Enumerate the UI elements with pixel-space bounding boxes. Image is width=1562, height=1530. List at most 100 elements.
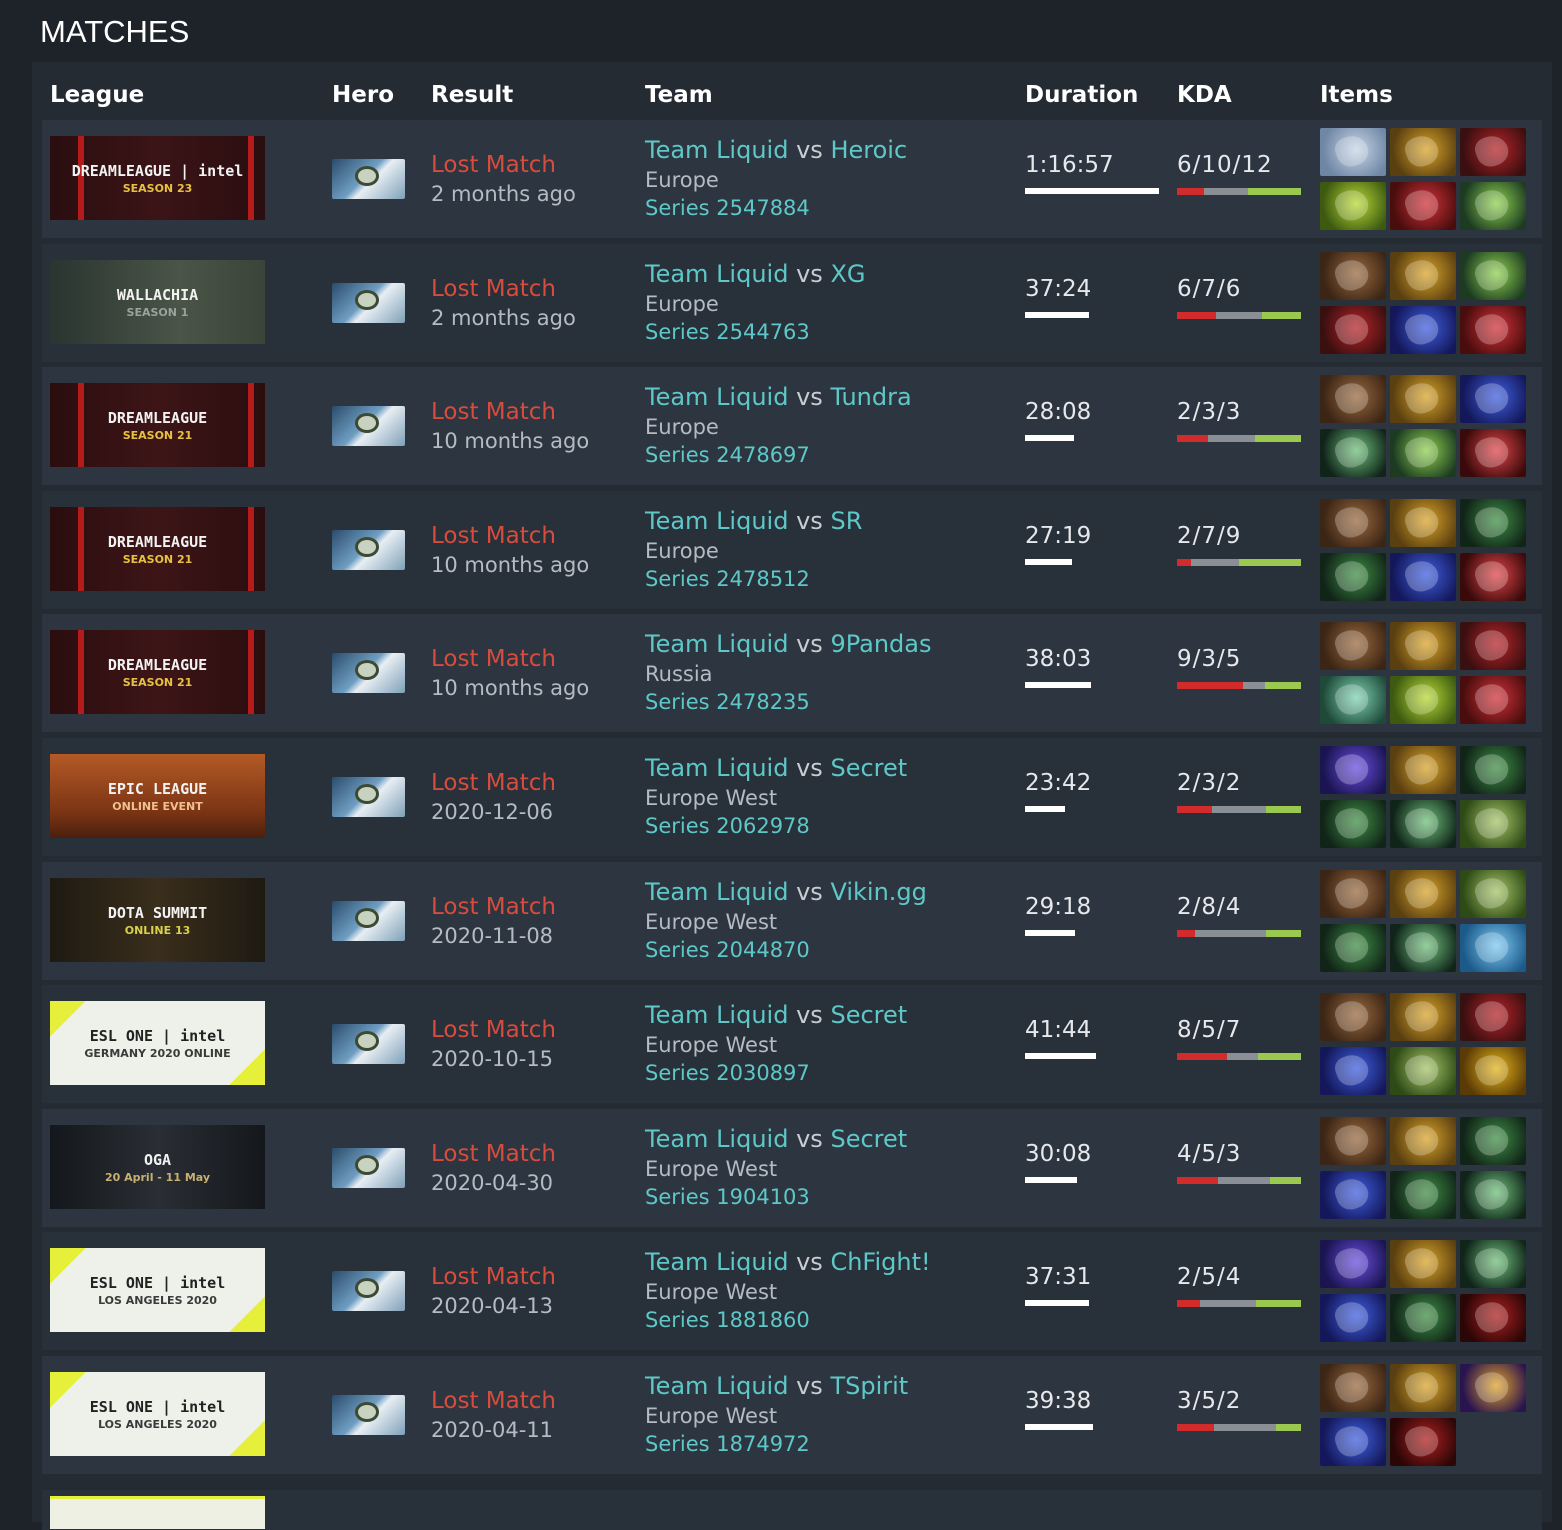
column-header-items[interactable]: Items	[1320, 82, 1393, 108]
league-banner[interactable]: OGA 20 April - 11 May	[50, 1125, 265, 1209]
column-header-duration[interactable]: Duration	[1025, 82, 1138, 108]
helm-item-icon[interactable]	[1390, 499, 1456, 547]
league-banner[interactable]: ESL ONE | intel GERMANY 2020 ONLINE	[50, 1001, 265, 1085]
hero-portrait-icon[interactable]	[332, 1395, 405, 1435]
helm-item-icon[interactable]	[1390, 252, 1456, 300]
staff-item-icon[interactable]	[1460, 1047, 1526, 1095]
table-row[interactable]: DREAMLEAGUE | intel SEASON 23 Lost Match 2 …	[42, 120, 1542, 238]
helm-item-icon[interactable]	[1390, 993, 1456, 1041]
cloak-item-icon[interactable]	[1320, 1240, 1386, 1288]
team-link[interactable]: Team Liquid	[645, 1001, 788, 1029]
mjollnir-item-icon[interactable]	[1320, 128, 1386, 176]
team-link[interactable]: Team Liquid	[645, 136, 788, 164]
helm-item-icon[interactable]	[1390, 375, 1456, 423]
league-banner[interactable]: ESL ONE | intel LOS ANGELES 2020	[50, 1372, 265, 1456]
league-banner[interactable]: WALLACHIA SEASON 1	[50, 260, 265, 344]
blood-item-icon[interactable]	[1460, 1294, 1526, 1342]
wand-item-icon[interactable]	[1320, 429, 1386, 477]
team-link[interactable]: Team Liquid	[645, 1125, 788, 1153]
column-header-hero[interactable]: Hero	[332, 82, 394, 108]
boots-item-icon[interactable]	[1320, 1117, 1386, 1165]
helm-item-icon[interactable]	[1390, 870, 1456, 918]
blade-item-icon[interactable]	[1390, 676, 1456, 724]
scepter-item-icon[interactable]	[1460, 375, 1526, 423]
league-banner[interactable]: DREAMLEAGUE SEASON 21	[50, 507, 265, 591]
team-link[interactable]: Team Liquid	[645, 754, 788, 782]
series-link[interactable]: Series 1874972	[645, 1432, 810, 1456]
opponent-link[interactable]: Heroic	[830, 136, 907, 164]
hero-portrait-icon[interactable]	[332, 1024, 405, 1064]
series-link[interactable]: Series 2030897	[645, 1061, 810, 1085]
scepter-item-icon[interactable]	[1390, 553, 1456, 601]
gourd-item-icon[interactable]	[1460, 1364, 1526, 1412]
hero-portrait-icon[interactable]	[332, 777, 405, 817]
hero-portrait-icon[interactable]	[332, 1148, 405, 1188]
vanguard-item-icon[interactable]	[1320, 924, 1386, 972]
lotus-item-icon[interactable]	[1460, 870, 1526, 918]
opponent-link[interactable]: Tundra	[830, 383, 911, 411]
hero-portrait-icon[interactable]	[332, 283, 405, 323]
match-result-link[interactable]: Lost Match	[431, 1141, 556, 1167]
table-row[interactable]: DREAMLEAGUE SEASON 21 Lost Match 10 months …	[42, 367, 1542, 485]
column-header-league[interactable]: League	[50, 82, 144, 108]
opponent-link[interactable]: XG	[830, 260, 865, 288]
team-link[interactable]: Team Liquid	[645, 260, 788, 288]
boots-item-icon[interactable]	[1320, 993, 1386, 1041]
hero-portrait-icon[interactable]	[332, 901, 405, 941]
table-row[interactable]: OGA 20 April - 11 May Lost Match 2020-04-30…	[42, 1109, 1542, 1227]
opponent-link[interactable]: Secret	[830, 1001, 907, 1029]
battle-fury-item-icon[interactable]	[1320, 306, 1386, 354]
team-link[interactable]: Team Liquid	[645, 1372, 788, 1400]
column-header-result[interactable]: Result	[431, 82, 513, 108]
helm-item-icon[interactable]	[1390, 128, 1456, 176]
battle-fury-item-icon[interactable]	[1460, 128, 1526, 176]
scepter-item-icon[interactable]	[1320, 1047, 1386, 1095]
team-link[interactable]: Team Liquid	[645, 507, 788, 535]
battle-fury-item-icon[interactable]	[1460, 622, 1526, 670]
scepter-item-icon[interactable]	[1320, 1418, 1386, 1466]
match-result-link[interactable]: Lost Match	[431, 770, 556, 796]
league-banner[interactable]: EPIC LEAGUE ONLINE EVENT	[50, 754, 265, 838]
vanguard-item-icon[interactable]	[1390, 1171, 1456, 1219]
match-result-link[interactable]: Lost Match	[431, 1017, 556, 1043]
armor-item-icon[interactable]	[1320, 676, 1386, 724]
match-result-link[interactable]: Lost Match	[431, 152, 556, 178]
vanguard-item-icon[interactable]	[1320, 800, 1386, 848]
sword-item-icon[interactable]	[1460, 252, 1526, 300]
sword-item-icon[interactable]	[1460, 182, 1526, 230]
table-row[interactable]: DREAMLEAGUE SEASON 21 Lost Match 10 months …	[42, 491, 1542, 609]
table-row[interactable]: ESL ONE | intel LOS ANGELES 2020 Lost Matc…	[42, 1232, 1542, 1350]
hero-portrait-icon[interactable]	[332, 159, 405, 199]
series-link[interactable]: Series 1881860	[645, 1308, 810, 1332]
series-link[interactable]: Series 2062978	[645, 814, 810, 838]
table-row[interactable]: DOTA SUMMIT ONLINE 13 Lost Match 2020-11-08…	[42, 862, 1542, 980]
wand-item-icon[interactable]	[1390, 924, 1456, 972]
match-result-link[interactable]: Lost Match	[431, 646, 556, 672]
cloak-item-icon[interactable]	[1320, 746, 1386, 794]
vanguard-item-icon[interactable]	[1460, 1117, 1526, 1165]
hero-portrait-icon[interactable]	[332, 1271, 405, 1311]
opponent-link[interactable]: SR	[830, 507, 862, 535]
match-result-link[interactable]: Lost Match	[431, 276, 556, 302]
lotus-item-icon[interactable]	[1460, 800, 1526, 848]
series-link[interactable]: Series 2044870	[645, 938, 810, 962]
table-row[interactable]: EPIC LEAGUE ONLINE EVENT Lost Match 2020-12…	[42, 738, 1542, 856]
table-row[interactable]: DREAMLEAGUE SEASON 21 Lost Match 10 months …	[42, 614, 1542, 732]
team-link[interactable]: Team Liquid	[645, 878, 788, 906]
scepter-item-icon[interactable]	[1320, 1171, 1386, 1219]
boots-item-icon[interactable]	[1320, 870, 1386, 918]
league-banner[interactable]: DOTA SUMMIT ONLINE 13	[50, 878, 265, 962]
wand-item-icon[interactable]	[1390, 800, 1456, 848]
helm-item-icon[interactable]	[1390, 1117, 1456, 1165]
scepter-item-icon[interactable]	[1320, 1294, 1386, 1342]
match-result-link[interactable]: Lost Match	[431, 894, 556, 920]
league-banner[interactable]: DREAMLEAGUE SEASON 21	[50, 383, 265, 467]
table-row-partial[interactable]	[42, 1490, 1542, 1530]
orb-item-icon[interactable]	[1460, 924, 1526, 972]
team-link[interactable]: Team Liquid	[645, 630, 788, 658]
helm-item-icon[interactable]	[1390, 1364, 1456, 1412]
league-banner[interactable]: DREAMLEAGUE SEASON 21	[50, 630, 265, 714]
boots-item-icon[interactable]	[1320, 622, 1386, 670]
helm-item-icon[interactable]	[1390, 1240, 1456, 1288]
opponent-link[interactable]: Secret	[830, 1125, 907, 1153]
